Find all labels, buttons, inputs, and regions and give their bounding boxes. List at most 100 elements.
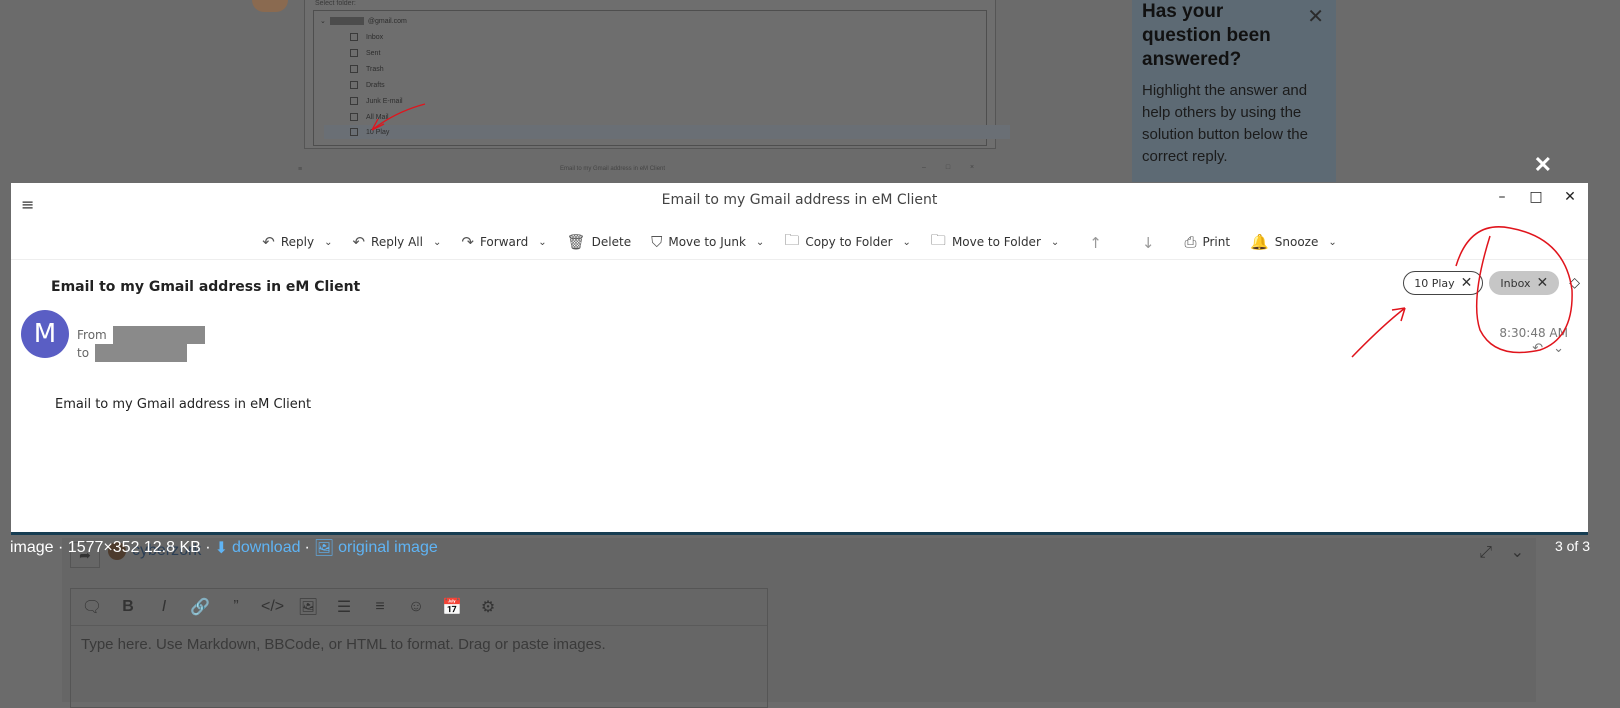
mini-window-controls: – □ × xyxy=(922,164,984,171)
folder-label: Trash xyxy=(366,65,384,73)
folder-item-all-mail: All Mail xyxy=(350,113,389,121)
caption-separator: · xyxy=(304,539,310,556)
close-icon: ✕ xyxy=(1307,6,1324,28)
move-to-junk-button[interactable]: ⛉ Move to Junk ⌄ xyxy=(641,228,774,256)
download-label: download xyxy=(231,539,301,556)
folder-item-sent: Sent xyxy=(350,49,380,57)
download-icon: ⬇ xyxy=(214,540,228,557)
tip-title: Has your question been answered? xyxy=(1142,1,1271,70)
expand-icon: ⤢ xyxy=(1479,544,1492,561)
chevron-down-icon[interactable]: ⌄ xyxy=(538,237,546,248)
composer-toolbar: 🗨 B I 🔗 ” </> 🖼 ☰ ≡ ☺ 📅 ⚙ xyxy=(71,589,767,626)
email-window: ≡ Email to my Gmail address in eM Client… xyxy=(11,183,1588,535)
toolbar-divider xyxy=(11,259,1588,260)
message-tags: 10 Play ✕ Inbox ✕ ◇ xyxy=(1403,271,1580,295)
printer-icon: ⎙ xyxy=(1184,233,1197,251)
quote-bubble-icon: 🗨 xyxy=(81,599,103,616)
chevron-down-icon[interactable]: ⌄ xyxy=(903,237,911,248)
chevron-down-icon: ⌄ xyxy=(1510,544,1524,561)
copy-to-folder-button[interactable]: 🗀 Copy to Folder ⌄ xyxy=(774,228,921,256)
folder-item-drafts: Drafts xyxy=(350,81,385,89)
from-line: From xyxy=(77,326,205,344)
delete-label: Delete xyxy=(591,235,632,249)
folder-label: All Mail xyxy=(366,113,389,121)
reply-icon[interactable]: ↶ xyxy=(1532,341,1543,356)
next-message-button[interactable]: ↓ xyxy=(1122,228,1175,258)
folder-account: ⌄ @gmail.com xyxy=(320,17,407,25)
junk-shield-icon: ⛉ xyxy=(651,233,663,251)
original-image-link[interactable]: 🖼 original image xyxy=(314,538,438,558)
move-to-junk-label: Move to Junk xyxy=(668,235,746,249)
print-label: Print xyxy=(1202,235,1231,249)
close-icon[interactable]: ✕ xyxy=(1461,275,1473,291)
image-icon: 🖼 xyxy=(297,599,319,616)
lightbox-close-button[interactable]: ✕ xyxy=(1534,154,1552,176)
bold-icon: B xyxy=(122,598,134,615)
message-subject: Email to my Gmail address in eM Client xyxy=(51,279,361,295)
chevron-down-icon: ⌄ xyxy=(320,18,326,25)
image-counter: 3 of 3 xyxy=(1554,538,1590,554)
close-button[interactable]: ✕ xyxy=(1560,189,1580,205)
close-icon[interactable]: ✕ xyxy=(1536,275,1548,291)
calendar-icon: 📅 xyxy=(442,599,462,616)
chevron-down-icon[interactable]: ⌄ xyxy=(324,237,332,248)
folder-label: Inbox xyxy=(366,33,384,41)
reply-button[interactable]: ↶ Reply ⌄ xyxy=(252,228,342,256)
to-line: to xyxy=(77,344,188,362)
chevron-down-icon[interactable]: ⌄ xyxy=(433,237,441,248)
chevron-down-icon[interactable]: ⌄ xyxy=(1051,237,1059,248)
image-info: image · 1577×352 12.8 KB · xyxy=(10,539,211,556)
chevron-down-icon[interactable]: ⌄ xyxy=(1553,341,1564,356)
inbox-icon xyxy=(350,33,358,41)
numbered-list-icon: ≡ xyxy=(375,598,385,615)
snooze-label: Snooze xyxy=(1274,235,1319,249)
gear-icon: ⚙ xyxy=(480,599,496,616)
move-folder-icon: 🗀 xyxy=(930,230,946,249)
reply-composer: ➦ cyberzork ⤢ ⌄ 🗨 B I 🔗 ” </> 🖼 ☰ ≡ ☺ 📅 … xyxy=(62,538,1536,708)
forward-label: Forward xyxy=(479,235,529,249)
reply-all-button[interactable]: ↶ Reply All ⌄ xyxy=(342,228,451,256)
minimize-button[interactable]: – xyxy=(1492,189,1512,205)
window-controls: – □ ✕ xyxy=(1492,189,1580,205)
tag-inbox[interactable]: Inbox ✕ xyxy=(1489,271,1560,295)
bullet-list-icon: ☰ xyxy=(336,599,352,616)
folder-label: Sent xyxy=(366,49,381,57)
redacted-account xyxy=(329,17,364,25)
copy-to-folder-label: Copy to Folder xyxy=(805,235,893,249)
maximize-button[interactable]: □ xyxy=(1526,189,1546,205)
folder-tree: ⌄ @gmail.com Inbox Sent Trash Drafts Jun… xyxy=(313,10,1010,146)
composer-editor: 🗨 B I 🔗 ” </> 🖼 ☰ ≡ ☺ 📅 ⚙ Type here. Use… xyxy=(70,588,768,708)
snooze-button[interactable]: 🔔 Snooze ⌄ xyxy=(1240,228,1347,256)
chevron-down-icon[interactable]: ⌄ xyxy=(1328,237,1336,248)
chevron-down-icon[interactable]: ⌄ xyxy=(756,237,764,248)
copy-folder-icon: 🗀 xyxy=(784,230,800,249)
forward-icon: ↷ xyxy=(461,233,474,251)
tag-10-play[interactable]: 10 Play ✕ xyxy=(1403,271,1484,295)
folder-item-junk: Junk E-mail xyxy=(350,97,403,105)
snooze-bell-icon: 🔔 xyxy=(1250,233,1269,251)
redacted-recipient xyxy=(95,344,188,362)
mini-menu-icon: ≡ xyxy=(298,166,303,173)
image-icon: 🖼 xyxy=(313,540,335,557)
message-toolbar: ↶ Reply ⌄ ↶ Reply All ⌄ ↷ Forward ⌄ 🗑 Delete ⛉ M… xyxy=(11,228,1588,258)
folder-item-10-play: 10 Play xyxy=(324,125,1010,139)
emoji-icon: ☺ xyxy=(407,598,425,615)
tag-label: Inbox xyxy=(1500,276,1531,290)
delete-button[interactable]: 🗑 Delete xyxy=(557,228,641,256)
forward-button[interactable]: ↷ Forward ⌄ xyxy=(451,228,556,256)
previous-message-button[interactable]: ↑ xyxy=(1069,228,1122,258)
message-time: 8:30:48 AM xyxy=(1499,326,1568,340)
move-to-folder-button[interactable]: 🗀 Move to Folder ⌄ xyxy=(921,228,1069,256)
composer-placeholder: Type here. Use Markdown, BBCode, or HTML… xyxy=(81,636,606,653)
folder-item-inbox: Inbox xyxy=(350,33,383,41)
lightbox-caption: image · 1577×352 12.8 KB · ⬇ download · … xyxy=(10,538,438,558)
titlebar: ≡ Email to my Gmail address in eM Client… xyxy=(11,183,1588,217)
junk-icon xyxy=(350,97,358,105)
add-tag-icon[interactable]: ◇ xyxy=(1569,275,1580,291)
link-icon: 🔗 xyxy=(190,599,210,616)
print-button[interactable]: ⎙ Print xyxy=(1174,228,1240,256)
reply-label: Reply xyxy=(280,235,315,249)
folder-label: Junk E-mail xyxy=(366,97,403,105)
message-body: Email to my Gmail address in eM Client xyxy=(55,397,312,412)
download-link[interactable]: ⬇ download xyxy=(215,538,301,558)
